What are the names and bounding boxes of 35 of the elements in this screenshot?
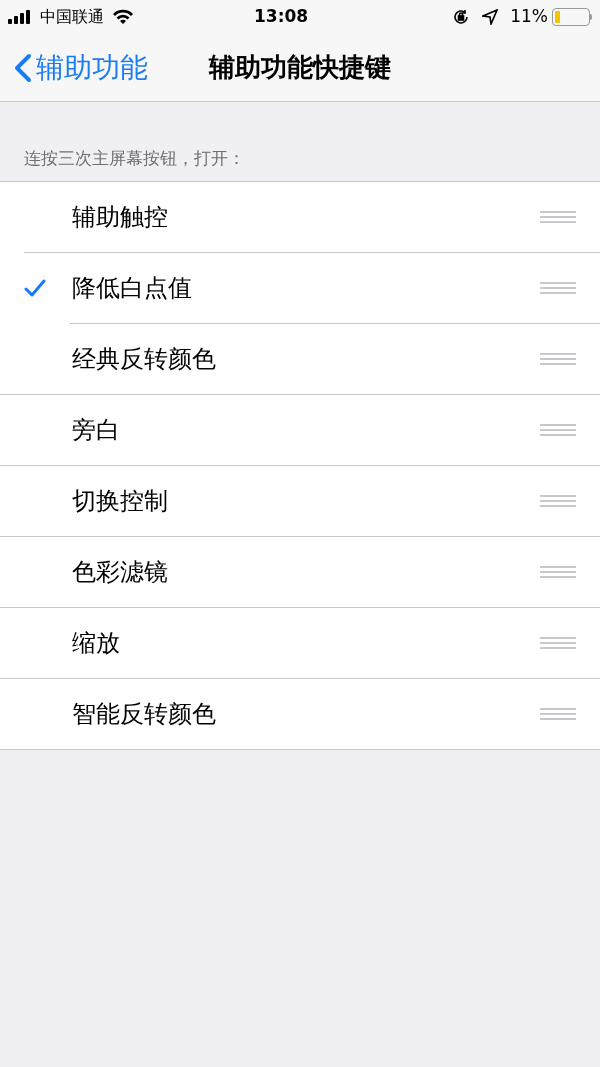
reorder-handle-icon[interactable] [540,423,576,437]
list-row[interactable]: 旁白 [0,395,600,465]
row-label: 缩放 [72,628,121,659]
list-row[interactable]: 智能反转颜色 [0,679,600,749]
row-label: 色彩滤镜 [72,557,169,588]
reorder-handle-icon[interactable] [540,494,576,508]
reorder-handle-icon[interactable] [540,565,576,579]
list-row[interactable]: 切换控制 [0,466,600,536]
list-row[interactable]: 降低白点值 [0,253,600,323]
list-row[interactable]: 经典反转颜色 [0,324,600,394]
reorder-handle-icon[interactable] [540,636,576,650]
rotation-lock-icon [452,8,471,26]
clock-time: 13:08 [254,5,310,29]
row-label: 旁白 [72,415,121,446]
reorder-handle-icon[interactable] [540,281,576,295]
back-button[interactable]: 辅助功能 [0,46,148,89]
list-row[interactable]: 色彩滤镜 [0,537,600,607]
carrier-name: 中国联通 [40,6,104,28]
row-label: 智能反转颜色 [72,699,217,730]
section-header: 连按三次主屏幕按钮，打开： [24,146,245,170]
row-label: 经典反转颜色 [72,344,217,375]
wifi-icon [112,9,134,25]
row-label: 切换控制 [72,486,169,517]
reorder-handle-icon[interactable] [540,707,576,721]
row-label: 降低白点值 [72,273,193,304]
battery-percent: 11% [510,5,548,29]
battery-icon [552,8,592,26]
list-row[interactable]: 缩放 [0,608,600,678]
page-title: 辅助功能快捷键 [209,51,391,84]
list-row[interactable]: 辅助触控 [0,182,600,252]
reorder-handle-icon[interactable] [540,210,576,224]
row-label: 辅助触控 [72,202,169,233]
location-arrow-icon [482,9,499,25]
back-chevron-icon [14,52,32,83]
reorder-handle-icon[interactable] [540,352,576,366]
